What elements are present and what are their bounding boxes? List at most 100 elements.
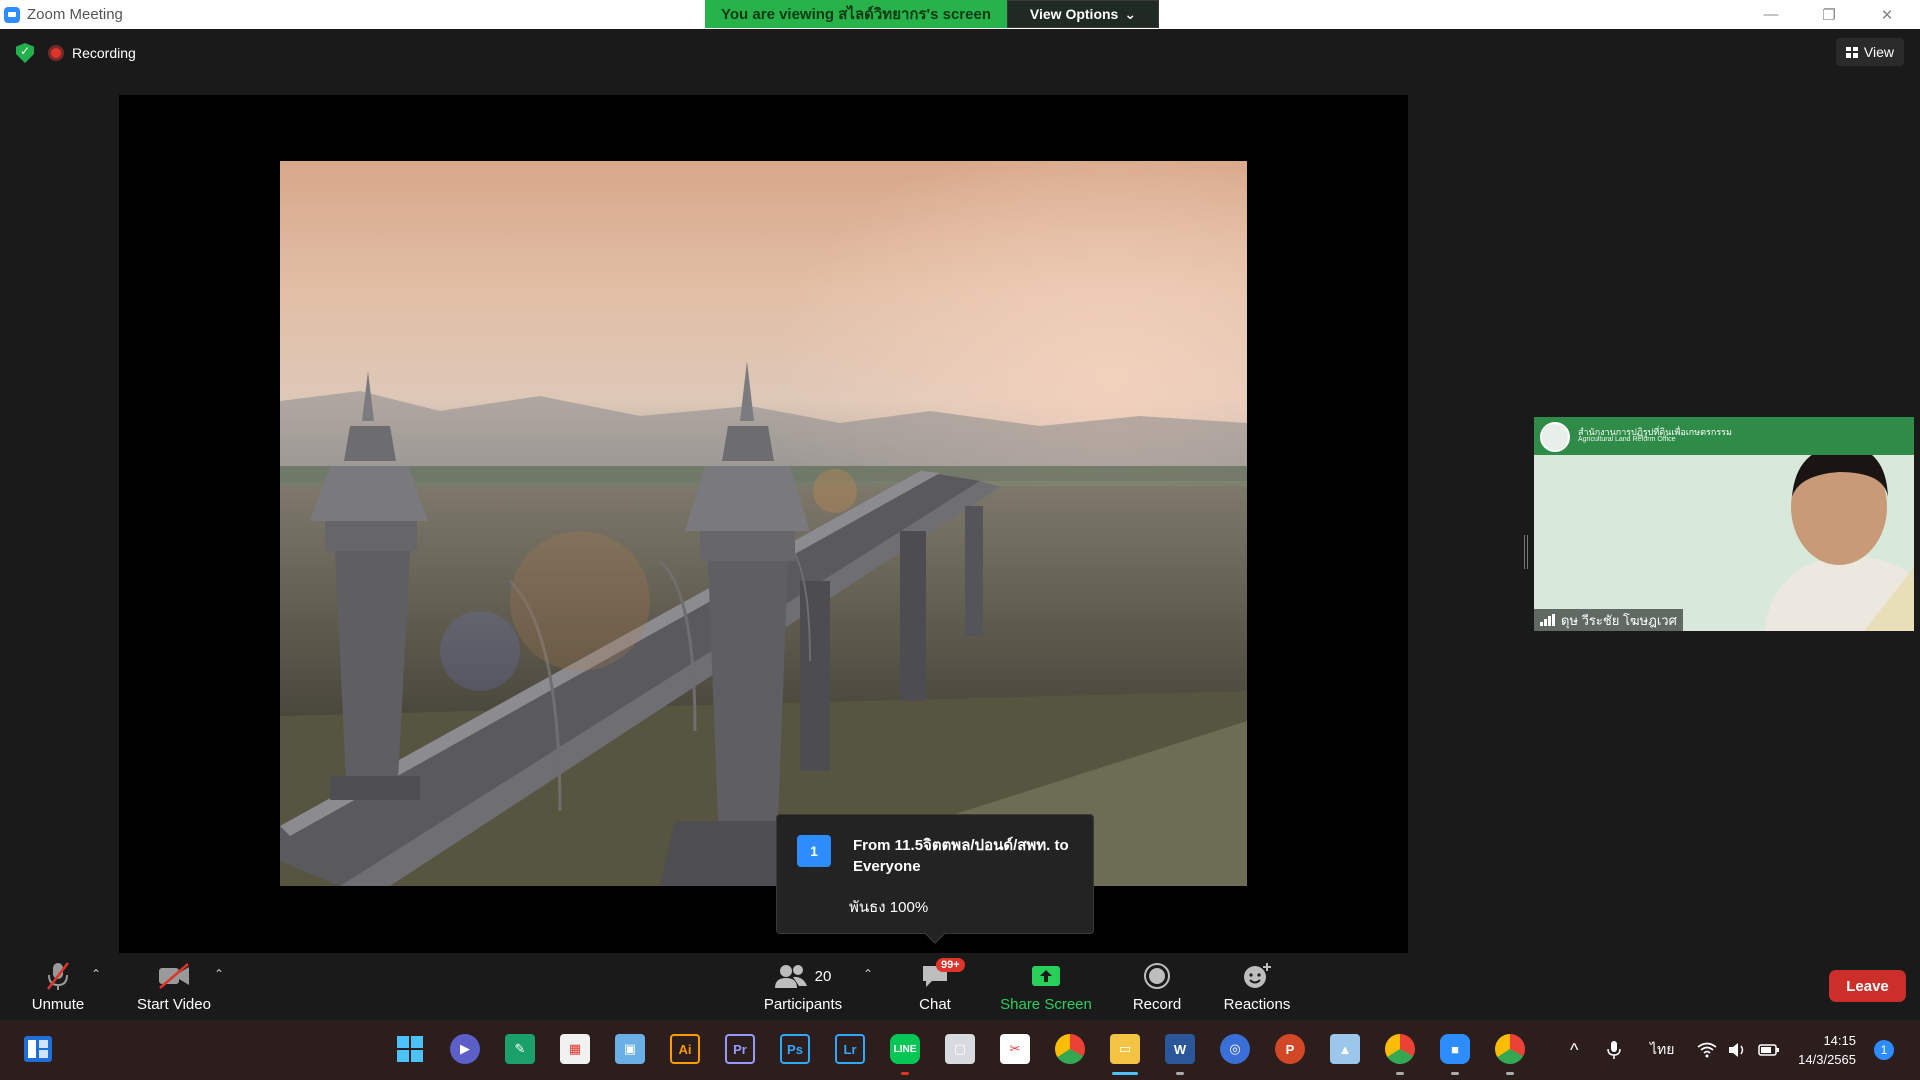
window-title: Zoom Meeting <box>27 6 123 23</box>
view-button[interactable]: View <box>1835 38 1904 66</box>
remote-desktop-icon[interactable]: ▢ <box>945 1034 975 1064</box>
view-options-button[interactable]: View Options ⌄ <box>1007 0 1159 28</box>
start-menu-icon[interactable] <box>395 1034 425 1064</box>
view-label: View <box>1863 44 1894 60</box>
record-icon <box>1143 961 1171 991</box>
explorer-active-indicator <box>1112 1072 1138 1075</box>
view-options-label: View Options <box>1029 6 1119 22</box>
chat-message: พันธง 100% <box>849 899 929 916</box>
line-app-icon[interactable]: LINE <box>890 1034 920 1064</box>
grid-view-icon <box>1845 46 1858 58</box>
participant-name-tag: ดุษ วีระชัย โฆษฎเวศ <box>1534 609 1683 631</box>
word-icon[interactable]: W <box>1165 1034 1195 1064</box>
input-language-indicator[interactable]: ไทย <box>1650 1020 1674 1080</box>
photoshop-label: Ps <box>787 1041 803 1057</box>
photoshop-icon[interactable]: Ps <box>780 1034 810 1064</box>
meeting-toolbar: Unmute ⌃ Start Video ⌃ 20 Participants ⌃… <box>0 953 1920 1020</box>
recording-icon <box>48 45 64 61</box>
security-shield-icon[interactable] <box>16 43 34 63</box>
illustrator-icon[interactable]: Ai <box>670 1034 700 1064</box>
participants-button[interactable]: 20 Participants <box>762 953 844 1020</box>
vpn-app-icon[interactable]: ◎ <box>1220 1034 1250 1064</box>
premiere-icon[interactable]: Pr <box>725 1034 755 1064</box>
notification-count-badge[interactable]: 1 <box>1874 1040 1894 1060</box>
reactions-smiley-icon <box>1242 961 1272 991</box>
system-clock[interactable]: 14:15 14/3/2565 <box>1792 1031 1856 1069</box>
restore-button[interactable]: ❐ <box>1806 0 1852 29</box>
start-video-label: Start Video <box>137 996 211 1013</box>
unmute-label: Unmute <box>31 996 85 1013</box>
panel-resize-handle[interactable] <box>1524 535 1528 569</box>
chevron-down-icon: ⌄ <box>1124 5 1137 22</box>
video-off-icon <box>157 961 191 991</box>
close-button[interactable]: ✕ <box>1864 0 1910 29</box>
muted-mic-icon <box>44 961 72 991</box>
shared-screen[interactable] <box>119 95 1408 953</box>
tray-expand-icon[interactable]: ^ <box>1570 1020 1578 1080</box>
chrome-icon[interactable] <box>1055 1034 1085 1064</box>
bridge-rendering-image <box>280 161 1247 886</box>
participants-count: 20 <box>814 967 832 985</box>
chat-button[interactable]: 99+ Chat <box>908 953 965 1020</box>
participant-name: ดุษ วีระชัย โฆษฎเวศ <box>1561 612 1677 628</box>
word-running-indicator <box>1176 1072 1184 1075</box>
record-label: Record <box>1132 996 1182 1013</box>
premiere-label: Pr <box>733 1041 747 1057</box>
file-explorer-icon[interactable]: ▭ <box>1110 1034 1140 1064</box>
signal-strength-icon <box>1540 614 1555 626</box>
reactions-label: Reactions <box>1223 996 1291 1013</box>
chrome-second-profile-icon[interactable] <box>1495 1034 1525 1064</box>
chrome-profile-icon[interactable] <box>1385 1034 1415 1064</box>
participant-video-tile[interactable]: สำนักงานการปฏิรูปที่ดินเพื่อเกษตรกรรม Ag… <box>1534 417 1914 631</box>
widgets-icon[interactable] <box>23 1034 53 1064</box>
zoom-app-icon <box>4 6 20 23</box>
meeting-area: Recording View <box>0 29 1920 1020</box>
line-running-indicator <box>901 1072 909 1075</box>
charts-app-icon[interactable]: ▲ <box>1330 1034 1360 1064</box>
leave-button[interactable]: Leave <box>1829 970 1906 1002</box>
volume-icon[interactable] <box>1728 1020 1746 1080</box>
chat-label: Chat <box>919 996 951 1013</box>
share-screen-button[interactable]: Share Screen <box>998 953 1094 1020</box>
battery-icon[interactable] <box>1758 1020 1780 1080</box>
record-button[interactable]: Record <box>1130 953 1184 1020</box>
org-name-english: Agricultural Land Reform Office <box>1578 436 1676 443</box>
start-video-button[interactable]: Start Video <box>132 953 216 1020</box>
chat-sender: From 11.5จิตตพล/ปอนด์/สพท. to Everyone <box>853 837 1069 875</box>
video-options-caret-icon[interactable]: ⌃ <box>214 967 224 981</box>
chat-notification[interactable]: 1 From 11.5จิตตพล/ปอนด์/สพท. to Everyone… <box>776 814 1094 944</box>
photos-app-icon[interactable]: ▣ <box>615 1034 645 1064</box>
wifi-icon[interactable] <box>1697 1020 1717 1080</box>
microsoft-store-icon[interactable]: ▦ <box>560 1034 590 1064</box>
teams-chat-icon[interactable]: ▶ <box>450 1034 480 1064</box>
meeting-status: Recording <box>16 43 136 63</box>
illustrator-label: Ai <box>678 1041 692 1057</box>
zoom-taskbar-icon[interactable]: ■ <box>1440 1034 1470 1064</box>
minimize-button[interactable]: — <box>1748 0 1794 29</box>
unread-count-badge: 1 <box>797 835 831 867</box>
lightroom-label: Lr <box>843 1041 857 1057</box>
chrome2-running-indicator <box>1506 1072 1514 1075</box>
clock-date: 14/3/2565 <box>1798 1052 1856 1067</box>
org-logo-icon <box>1540 422 1570 452</box>
reactions-button[interactable]: Reactions <box>1222 953 1292 1020</box>
snipping-tool-icon[interactable]: ✂ <box>1000 1034 1030 1064</box>
unmute-button[interactable]: Unmute <box>28 953 88 1020</box>
clock-time: 14:15 <box>1823 1033 1856 1048</box>
participants-options-caret-icon[interactable]: ⌃ <box>863 967 873 981</box>
viewing-screen-banner: You are viewing สไลด์วิทยากร's screen <box>705 0 1007 28</box>
lightroom-icon[interactable]: Lr <box>835 1034 865 1064</box>
notes-app-icon[interactable]: ✎ <box>505 1034 535 1064</box>
powerpoint-icon[interactable]: P <box>1275 1034 1305 1064</box>
microphone-tray-icon[interactable] <box>1606 1020 1622 1080</box>
participants-icon: 20 <box>774 961 832 991</box>
chrome-running-indicator <box>1396 1072 1404 1075</box>
share-screen-icon <box>1030 961 1062 991</box>
audio-options-caret-icon[interactable]: ⌃ <box>91 967 101 981</box>
chat-unread-badge: 99+ <box>936 958 965 972</box>
share-screen-label: Share Screen <box>1000 996 1092 1013</box>
windows-taskbar: ▶ ✎ ▦ ▣ Ai Pr Ps Lr LINE ▢ ✂ ▭ W ◎ P ▲ ■… <box>0 1020 1920 1080</box>
presentation-slide <box>280 161 1247 886</box>
recording-label: Recording <box>72 45 136 61</box>
zoom-running-indicator <box>1451 1072 1459 1075</box>
